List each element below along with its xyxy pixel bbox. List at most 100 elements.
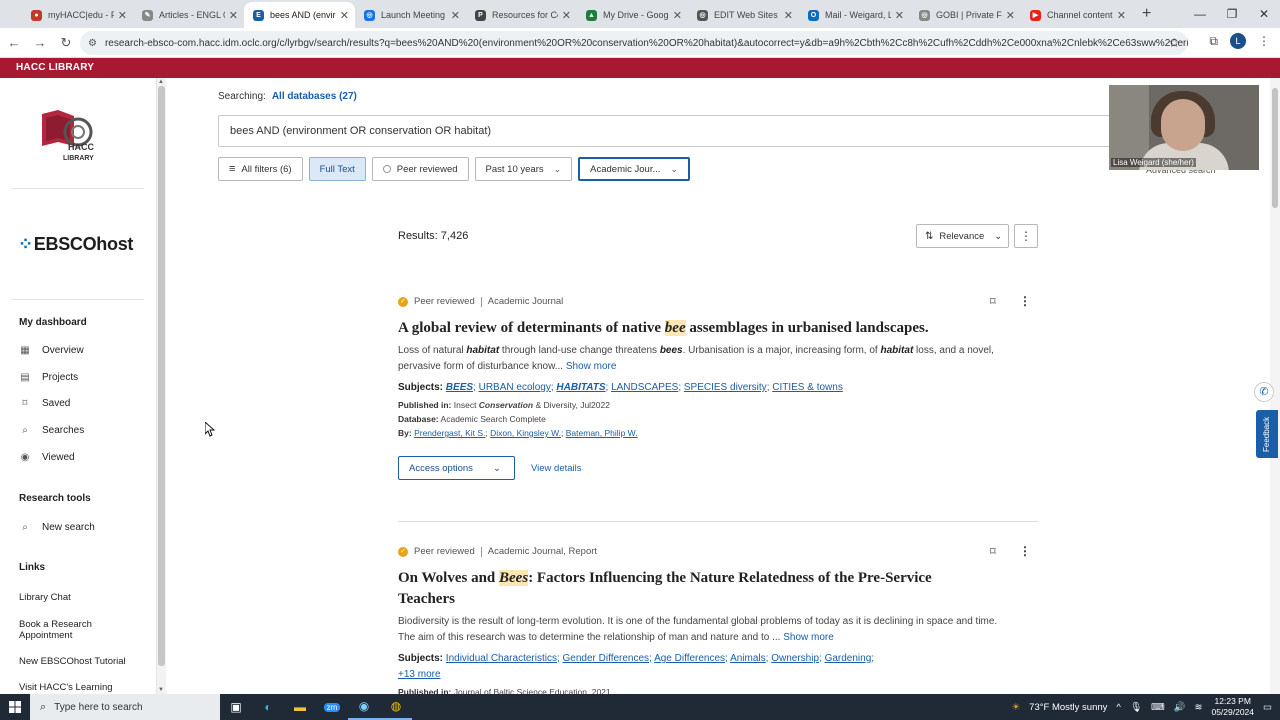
- peer-reviewed-filter[interactable]: Peer reviewed: [371, 157, 469, 181]
- mic-icon[interactable]: 🎙: [1130, 702, 1142, 713]
- browser-tab[interactable]: O Mail - Weigard, L ✕: [799, 2, 910, 28]
- chrome-icon[interactable]: ◍: [380, 694, 412, 720]
- more-options-icon[interactable]: ⋮: [1019, 294, 1031, 308]
- subject-link[interactable]: SPECIES diversity: [684, 382, 767, 393]
- result-title[interactable]: A global review of determinants of nativ…: [398, 318, 958, 339]
- link-learning[interactable]: Visit HACC's Learning: [19, 682, 129, 693]
- profile-avatar[interactable]: L: [1230, 33, 1246, 49]
- subject-link[interactable]: URBAN ecology: [479, 382, 551, 393]
- sidebar-item-viewed[interactable]: ◉ Viewed: [19, 452, 75, 463]
- close-tab-icon[interactable]: ✕: [1117, 9, 1126, 22]
- edge-icon[interactable]: ◐: [252, 694, 284, 720]
- browser-tab[interactable]: ● myHACC|edu - Pe ✕: [22, 2, 133, 28]
- sort-dropdown[interactable]: ⇅ Relevance ⌄: [916, 224, 1009, 248]
- browser-tab[interactable]: ▶ Channel content ✕: [1021, 2, 1132, 28]
- weather-icon[interactable]: ☀: [1012, 702, 1021, 713]
- browser-tab[interactable]: P Resources for Col ✕: [466, 2, 577, 28]
- bookmark-icon[interactable]: ⌑: [990, 295, 996, 308]
- access-options-button[interactable]: Access options ⌄: [398, 456, 515, 480]
- subject-link[interactable]: CITIES & towns: [772, 382, 843, 393]
- scroll-down-icon[interactable]: ▼: [158, 687, 164, 693]
- forward-icon[interactable]: →: [28, 35, 52, 50]
- task-view-icon[interactable]: ▣: [220, 694, 252, 720]
- browser-tab[interactable]: ◎ Launch Meeting - ✕: [355, 2, 466, 28]
- webex-icon[interactable]: ◉: [348, 694, 380, 720]
- close-tab-icon[interactable]: ✕: [673, 9, 682, 22]
- author-link[interactable]: Dixon, Kingsley W.: [490, 428, 561, 438]
- close-tab-icon[interactable]: ✕: [784, 9, 793, 22]
- video-call-overlay[interactable]: Lisa Weigard (she/her): [1109, 85, 1259, 170]
- subject-link[interactable]: BEES: [446, 382, 473, 393]
- address-bar[interactable]: ⚙ research-ebsco-com.hacc.idm.oclc.org/c…: [80, 31, 1188, 55]
- sidebar-item-overview[interactable]: ▦ Overview: [19, 345, 83, 356]
- taskbar-search[interactable]: ⌕ Type here to search: [30, 694, 220, 720]
- chat-icon[interactable]: ✆: [1254, 382, 1274, 402]
- minimize-icon[interactable]: —: [1184, 0, 1216, 28]
- scroll-up-icon[interactable]: ▲: [158, 79, 164, 85]
- search-input[interactable]: bees AND (environment OR conservation OR…: [218, 115, 1118, 147]
- all-filters-button[interactable]: ≡ All filters (6): [218, 157, 303, 181]
- wifi-icon[interactable]: ≋: [1195, 702, 1203, 713]
- sidebar-item-searches[interactable]: ⌕ Searches: [19, 425, 84, 436]
- close-tab-icon[interactable]: ✕: [118, 9, 127, 22]
- tray-chevron-icon[interactable]: ^: [1116, 702, 1120, 713]
- sidebar-item-projects[interactable]: ▤ Projects: [19, 372, 78, 383]
- subject-link[interactable]: Gardening: [825, 653, 872, 664]
- bookmark-star-icon[interactable]: ☆: [1168, 35, 1180, 51]
- close-tab-icon[interactable]: ✕: [229, 9, 238, 22]
- show-more-link[interactable]: Show more: [566, 361, 617, 372]
- new-tab-button[interactable]: +: [1142, 2, 1151, 28]
- close-tab-icon[interactable]: ✕: [451, 9, 460, 22]
- reload-icon[interactable]: ↻: [54, 35, 78, 51]
- ebscohost-logo[interactable]: ⁘EBSCOhost: [18, 234, 133, 255]
- close-tab-icon[interactable]: ✕: [562, 9, 571, 22]
- sidebar-scroll-thumb[interactable]: [158, 86, 165, 666]
- network-icon[interactable]: ⌨: [1151, 702, 1165, 713]
- close-window-icon[interactable]: ✕: [1248, 0, 1280, 28]
- subject-link[interactable]: Gender Differences: [563, 653, 650, 664]
- volume-icon[interactable]: 🔊: [1174, 702, 1186, 713]
- zoom-icon[interactable]: zm: [316, 694, 348, 720]
- close-tab-icon[interactable]: ✕: [895, 9, 904, 22]
- date-range-filter[interactable]: Past 10 years ⌄: [474, 157, 573, 181]
- sidebar-item-new-search[interactable]: ⌕ New search: [19, 522, 95, 533]
- browser-tab[interactable]: ✎ Articles - ENGL 0 ✕: [133, 2, 244, 28]
- subject-link[interactable]: Animals: [730, 653, 766, 664]
- chrome-menu-icon[interactable]: ⋮: [1258, 34, 1270, 48]
- more-subjects-link[interactable]: +13 more: [398, 669, 441, 680]
- back-icon[interactable]: ←: [2, 35, 26, 50]
- main-scroll-thumb[interactable]: [1272, 88, 1278, 208]
- browser-tab[interactable]: ▲ My Drive - Googl ✕: [577, 2, 688, 28]
- extensions-icon[interactable]: ⧉: [1209, 34, 1218, 49]
- show-more-link[interactable]: Show more: [783, 632, 834, 643]
- author-link[interactable]: Bateman, Philip W.: [566, 428, 638, 438]
- result-title[interactable]: On Wolves and Bees: Factors Influencing …: [398, 568, 958, 610]
- close-tab-icon[interactable]: ✕: [340, 9, 349, 22]
- subject-link[interactable]: Age Differences: [654, 653, 725, 664]
- source-type-filter[interactable]: Academic Jour... ⌄: [578, 157, 690, 181]
- sidebar-item-saved[interactable]: ⌑ Saved: [19, 398, 70, 409]
- close-tab-icon[interactable]: ✕: [1006, 9, 1015, 22]
- link-book-appointment[interactable]: Book a Research Appointment: [19, 619, 129, 641]
- sidebar-scrollbar[interactable]: ▲ ▼: [156, 78, 166, 694]
- results-options-button[interactable]: ⋮: [1014, 224, 1038, 248]
- weather-text[interactable]: 73°F Mostly sunny: [1029, 702, 1107, 713]
- notifications-icon[interactable]: ▭: [1263, 702, 1272, 713]
- feedback-tab[interactable]: Feedback: [1256, 410, 1278, 458]
- more-options-icon[interactable]: ⋮: [1019, 544, 1031, 558]
- subject-link[interactable]: LANDSCAPES: [611, 382, 678, 393]
- windows-start-icon[interactable]: [0, 694, 30, 720]
- subject-link[interactable]: HABITATS: [556, 382, 605, 393]
- subject-link[interactable]: Ownership: [771, 653, 819, 664]
- full-text-filter[interactable]: Full Text: [308, 157, 366, 181]
- browser-tab[interactable]: ◎ EDIT Web Sites - ✕: [688, 2, 799, 28]
- hacc-library-logo[interactable]: HACC LIBRARY: [38, 106, 118, 166]
- databases-link[interactable]: All databases (27): [272, 91, 357, 102]
- link-ebscohost-tutorial[interactable]: New EBSCOhost Tutorial: [19, 656, 129, 667]
- subject-link[interactable]: Individual Characteristics: [446, 653, 557, 664]
- browser-tab[interactable]: Ebees AND (enviro ✕: [244, 2, 355, 28]
- view-details-link[interactable]: View details: [531, 463, 582, 474]
- file-explorer-icon[interactable]: ▬: [284, 694, 316, 720]
- author-link[interactable]: Prendergast, Kit S.: [414, 428, 485, 438]
- maximize-icon[interactable]: ❐: [1216, 0, 1248, 28]
